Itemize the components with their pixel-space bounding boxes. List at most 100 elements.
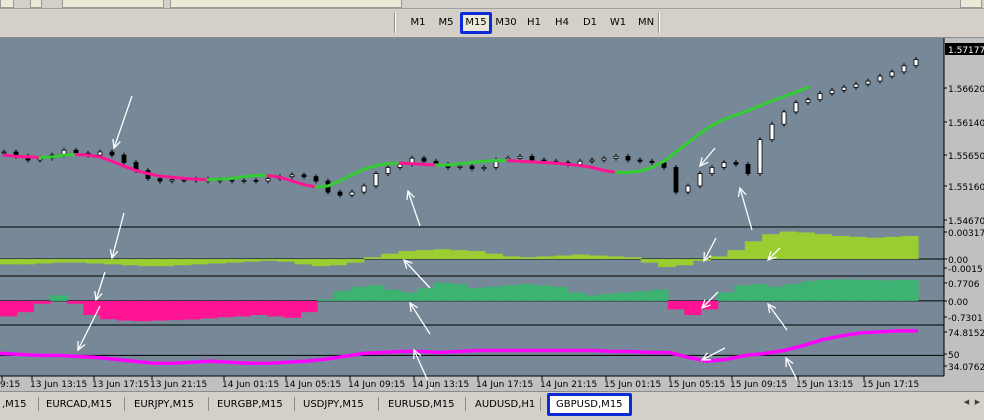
histogram-2-bar bbox=[867, 280, 886, 301]
candle-body bbox=[649, 160, 655, 163]
timeframe-m30-button[interactable]: M30 bbox=[492, 12, 520, 34]
histogram-1-bar bbox=[762, 234, 781, 260]
timeframe-mn-button[interactable]: MN bbox=[632, 12, 660, 34]
histogram-2-bar bbox=[250, 300, 268, 315]
histogram-2-bar bbox=[484, 286, 502, 301]
moving-average-segment bbox=[218, 177, 234, 181]
indicator-3-axis-label: 34.0762 bbox=[948, 363, 984, 373]
moving-average-segment bbox=[626, 169, 642, 174]
toolbar-stub[interactable] bbox=[30, 0, 42, 8]
toolbar-stub[interactable] bbox=[0, 0, 14, 8]
moving-average-segment bbox=[86, 153, 102, 159]
histogram-1-bar bbox=[381, 253, 399, 260]
timeframe-m1-button[interactable]: M1 bbox=[404, 12, 432, 34]
histogram-2-bar bbox=[66, 300, 85, 304]
timeframe-m15-button[interactable]: M15 bbox=[460, 12, 492, 34]
histogram-2-bar bbox=[550, 286, 569, 301]
histogram-2-bar bbox=[133, 300, 151, 322]
candle-body bbox=[373, 173, 379, 187]
symbol-tab-active[interactable]: GBPUSD,M15 bbox=[547, 393, 632, 416]
histogram-1-bar bbox=[606, 256, 625, 260]
timeframe-h1-button[interactable]: H1 bbox=[520, 12, 548, 34]
time-axis-label: 13 Jun 21:15 bbox=[150, 380, 207, 390]
moving-average-segment bbox=[506, 159, 522, 163]
symbol-tab[interactable]: EURGBP,M15 bbox=[217, 396, 283, 413]
candle-body bbox=[721, 162, 727, 168]
toolbar-separator bbox=[658, 13, 660, 33]
histogram-2-bar bbox=[367, 285, 385, 301]
tab-separator bbox=[124, 397, 125, 411]
histogram-2-bar bbox=[734, 285, 752, 301]
timeframe-d1-button[interactable]: D1 bbox=[576, 12, 604, 34]
symbol-tab[interactable]: EURJPY,M15 bbox=[134, 396, 194, 413]
time-axis-label: 13 Jun 17:15 bbox=[92, 380, 149, 390]
histogram-2-bar bbox=[834, 279, 852, 301]
histogram-1-bar bbox=[502, 256, 521, 260]
candle-body bbox=[385, 167, 391, 174]
candle-body bbox=[685, 185, 691, 193]
timeframe-m5-button[interactable]: M5 bbox=[432, 12, 460, 34]
candle-body bbox=[481, 167, 487, 170]
histogram-1-bar bbox=[519, 257, 538, 260]
histogram-1-bar bbox=[727, 250, 746, 260]
moving-average-segment bbox=[518, 159, 534, 164]
symbol-tab[interactable]: EURUSD,M15 bbox=[388, 396, 454, 413]
histogram-1-bar bbox=[86, 259, 105, 264]
histogram-2-bar bbox=[600, 293, 619, 301]
histogram-2-bar bbox=[751, 284, 769, 301]
symbol-tab[interactable]: USDJPY,M15 bbox=[303, 396, 364, 413]
histogram-1-bar bbox=[242, 259, 261, 262]
candle-body bbox=[73, 149, 79, 154]
candle-body bbox=[805, 99, 811, 104]
histogram-2-bar bbox=[400, 292, 418, 301]
timeframe-group: M1 M5 M15 M30 H1 H4 D1 W1 MN bbox=[404, 12, 660, 34]
histogram-2-bar bbox=[200, 300, 218, 319]
histogram-2-bar bbox=[50, 295, 68, 301]
time-axis-label: 15 Jun 17:15 bbox=[862, 380, 919, 390]
tab-separator bbox=[378, 397, 379, 411]
histogram-1-bar bbox=[692, 259, 711, 261]
candle-body bbox=[529, 155, 535, 161]
histogram-1-bar bbox=[51, 259, 70, 263]
moving-average-segment bbox=[266, 173, 282, 179]
moving-average-segment bbox=[566, 162, 582, 168]
toolbar-stub[interactable] bbox=[960, 0, 982, 8]
time-axis-label: 14 Jun 09:15 bbox=[348, 380, 405, 390]
histogram-1-bar bbox=[467, 251, 486, 260]
histogram-1-bar bbox=[173, 259, 192, 266]
toolbar-stub[interactable] bbox=[62, 0, 164, 8]
toolbar-separator bbox=[394, 13, 396, 33]
symbol-tab[interactable]: AUDUSD,H1 bbox=[475, 396, 535, 413]
candle-body bbox=[709, 167, 715, 174]
symbol-tab[interactable]: EURCAD,M15 bbox=[46, 396, 112, 413]
tab-scroll-left-icon[interactable]: ◀ bbox=[962, 398, 971, 407]
candle-body bbox=[601, 157, 607, 161]
symbol-tab[interactable]: ,M15 bbox=[2, 396, 27, 413]
time-axis-label: 14 Jun 17:15 bbox=[476, 380, 533, 390]
timeframe-w1-button[interactable]: W1 bbox=[604, 12, 632, 34]
histogram-2-bar bbox=[283, 300, 302, 318]
histogram-2-bar bbox=[684, 300, 702, 315]
histogram-1-bar bbox=[433, 249, 451, 260]
timeframe-h4-button[interactable]: H4 bbox=[548, 12, 576, 34]
indicator-2-axis-label: 0.00 bbox=[948, 298, 968, 308]
moving-average-segment bbox=[38, 155, 54, 160]
candle-body bbox=[421, 157, 427, 162]
candle-body bbox=[625, 155, 631, 161]
histogram-2-bar bbox=[500, 285, 519, 301]
price-axis-label: 1.56140 bbox=[948, 119, 984, 129]
moving-average-segment bbox=[242, 173, 258, 179]
histogram-1-bar bbox=[848, 236, 867, 260]
histogram-2-bar bbox=[467, 288, 485, 301]
price-axis-label: 1.56620 bbox=[948, 85, 984, 95]
toolbar-strip bbox=[0, 0, 984, 9]
time-axis-label: 15 Jun 01:15 bbox=[604, 380, 661, 390]
indicator-3-axis-label: 74.8152 bbox=[948, 329, 984, 339]
histogram-2-bar bbox=[233, 300, 251, 317]
candle-body bbox=[337, 191, 343, 196]
histogram-2-bar bbox=[317, 299, 335, 301]
price-chart[interactable]: 1.57177 1.56620 1.56140 1.55650 1.55160 1.546… bbox=[0, 38, 984, 391]
toolbar-stub[interactable] bbox=[170, 0, 402, 8]
candle-body bbox=[889, 71, 895, 77]
tab-scroll-right-icon[interactable]: ▶ bbox=[973, 398, 982, 407]
